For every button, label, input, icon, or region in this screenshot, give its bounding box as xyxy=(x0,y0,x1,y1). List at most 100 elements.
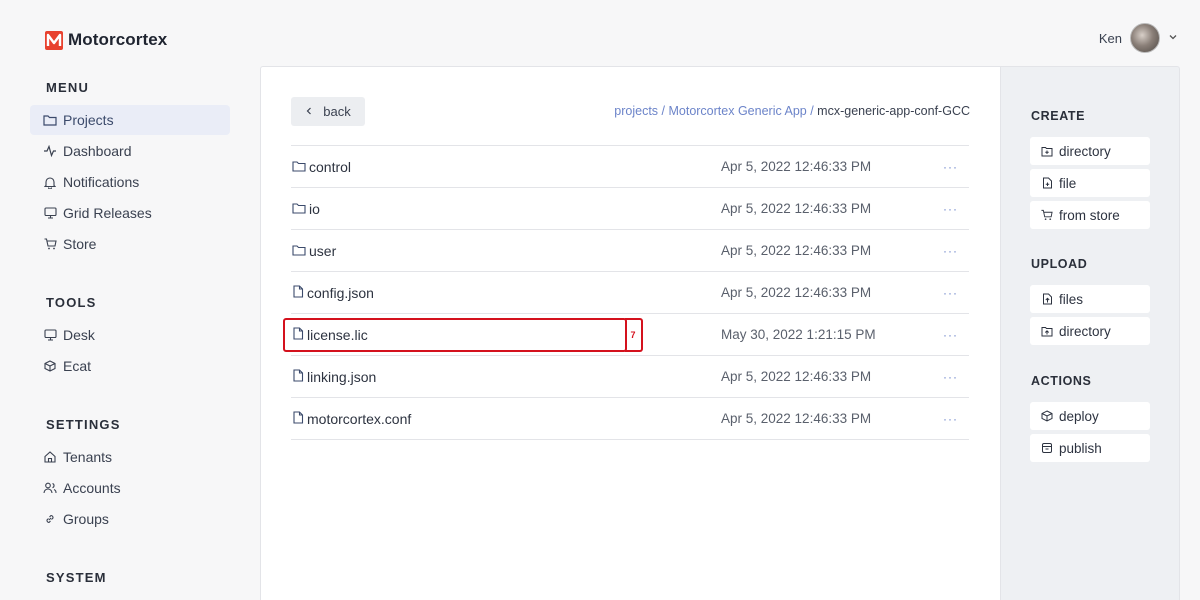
button-label: file xyxy=(1059,175,1077,191)
brand-logo[interactable]: Motorcortex xyxy=(45,30,167,50)
table-row[interactable]: config.json Apr 5, 2022 12:46:33 PM ··· xyxy=(291,272,969,314)
create-section-title: CREATE xyxy=(1031,109,1086,123)
file-upload-icon xyxy=(1041,293,1053,305)
sidebar-item-desk[interactable]: Desk xyxy=(30,320,230,350)
file-name-cell[interactable]: user xyxy=(292,243,336,259)
button-label: directory xyxy=(1059,323,1111,339)
create-from-store-button[interactable]: from store xyxy=(1030,201,1150,229)
cart-icon xyxy=(1041,209,1053,221)
folder-icon xyxy=(292,159,306,175)
sidebar-item-label: Dashboard xyxy=(63,143,132,159)
sidebar-item-label: Groups xyxy=(63,511,109,527)
sidebar-item-accounts[interactable]: Accounts xyxy=(30,473,230,503)
file-date: Apr 5, 2022 12:46:33 PM xyxy=(721,285,872,300)
bell-icon xyxy=(43,175,57,189)
activity-icon xyxy=(43,144,57,158)
file-name-cell[interactable]: control xyxy=(292,159,351,175)
chevron-left-icon xyxy=(305,104,313,119)
sidebar-item-notifications[interactable]: Notifications xyxy=(30,167,230,197)
link-icon xyxy=(43,512,57,526)
sidebar-item-ecat[interactable]: Ecat xyxy=(30,351,230,381)
button-label: directory xyxy=(1059,143,1111,159)
breadcrumb-app[interactable]: Motorcortex Generic App xyxy=(668,104,806,118)
sidebar-item-dashboard[interactable]: Dashboard xyxy=(30,136,230,166)
archive-icon xyxy=(1041,442,1053,454)
sidebar: MENU Projects Dashboard Notifications Gr… xyxy=(30,80,230,600)
file-date: Apr 5, 2022 12:46:33 PM xyxy=(721,201,872,216)
table-row[interactable]: io Apr 5, 2022 12:46:33 PM ··· xyxy=(291,188,969,230)
file-name-cell[interactable]: linking.json xyxy=(292,369,376,385)
sidebar-item-projects[interactable]: Projects xyxy=(30,105,230,135)
sidebar-item-label: Grid Releases xyxy=(63,205,152,221)
file-date: Apr 5, 2022 12:46:33 PM xyxy=(721,411,872,426)
file-name-cell[interactable]: io xyxy=(292,201,320,217)
sidebar-item-tenants[interactable]: Tenants xyxy=(30,442,230,472)
back-label: back xyxy=(323,104,351,119)
sidebar-item-label: Store xyxy=(63,236,97,252)
file-name: linking.json xyxy=(307,368,377,385)
user-name: Ken xyxy=(1098,30,1122,46)
file-date: Apr 5, 2022 12:46:33 PM xyxy=(721,159,872,174)
breadcrumb-separator: / xyxy=(658,104,669,118)
file-list: control Apr 5, 2022 12:46:33 PM ··· io A… xyxy=(283,145,969,440)
breadcrumb-projects[interactable]: projects xyxy=(614,104,658,118)
file-plus-icon xyxy=(1041,177,1053,189)
deploy-button[interactable]: deploy xyxy=(1030,402,1150,430)
table-row[interactable]: user Apr 5, 2022 12:46:33 PM ··· xyxy=(291,230,969,272)
cube-icon xyxy=(43,359,57,373)
upload-directory-button[interactable]: directory xyxy=(1030,317,1150,345)
motorcortex-logo-icon xyxy=(45,30,63,50)
folder-plus-icon xyxy=(1041,145,1053,157)
sidebar-item-label: Accounts xyxy=(63,480,121,496)
sidebar-item-grid-releases[interactable]: Grid Releases xyxy=(30,198,230,228)
settings-group: SETTINGS Tenants Accounts Groups xyxy=(30,417,230,534)
table-row[interactable]: control Apr 5, 2022 12:46:33 PM ··· xyxy=(291,146,969,188)
brand-name: Motorcortex xyxy=(68,30,168,49)
more-options-icon[interactable]: ··· xyxy=(943,370,958,384)
settings-section-title: SETTINGS xyxy=(46,417,121,432)
file-date: May 30, 2022 1:21:15 PM xyxy=(721,327,876,342)
button-label: deploy xyxy=(1059,408,1099,424)
more-options-icon[interactable]: ··· xyxy=(943,412,958,426)
more-options-icon[interactable]: ··· xyxy=(943,286,958,300)
button-label: files xyxy=(1059,291,1084,307)
file-name: control xyxy=(309,158,352,175)
more-options-icon[interactable]: ··· xyxy=(943,244,958,258)
table-row[interactable]: linking.json Apr 5, 2022 12:46:33 PM ··· xyxy=(291,356,969,398)
avatar[interactable] xyxy=(1130,23,1160,53)
actions-panel: CREATE directory file from store UPLOAD … xyxy=(1000,66,1180,600)
sidebar-item-store[interactable]: Store xyxy=(30,229,230,259)
chevron-down-icon[interactable] xyxy=(1168,32,1178,45)
user-menu[interactable]: Ken xyxy=(1099,23,1178,53)
create-directory-button[interactable]: directory xyxy=(1030,137,1150,165)
publish-button[interactable]: publish xyxy=(1030,434,1150,462)
table-row[interactable]: 7 license.lic May 30, 2022 1:21:15 PM ··… xyxy=(283,314,969,356)
file-name-cell[interactable]: config.json xyxy=(292,285,374,301)
file-name: config.json xyxy=(307,284,374,301)
create-file-button[interactable]: file xyxy=(1030,169,1150,197)
tools-section-title: TOOLS xyxy=(46,295,97,310)
upload-files-button[interactable]: files xyxy=(1030,285,1150,313)
breadcrumb-separator: / xyxy=(806,104,818,118)
monitor-icon xyxy=(43,328,57,342)
breadcrumb: projects / Motorcortex Generic App / mcx… xyxy=(614,104,970,118)
system-section-title: SYSTEM xyxy=(46,570,107,585)
file-date: Apr 5, 2022 12:46:33 PM xyxy=(721,243,872,258)
more-options-icon[interactable]: ··· xyxy=(943,328,958,342)
folder-icon xyxy=(43,113,57,127)
folder-icon xyxy=(292,243,306,259)
button-label: from store xyxy=(1059,207,1120,223)
more-options-icon[interactable]: ··· xyxy=(943,202,958,216)
file-name-cell[interactable]: motorcortex.conf xyxy=(292,411,411,427)
file-icon xyxy=(292,368,304,385)
sidebar-item-groups[interactable]: Groups xyxy=(30,504,230,534)
menu-group: MENU Projects Dashboard Notifications Gr… xyxy=(30,80,230,259)
folder-icon xyxy=(292,201,306,217)
file-date: Apr 5, 2022 12:46:33 PM xyxy=(721,369,872,384)
more-options-icon[interactable]: ··· xyxy=(943,160,958,174)
file-icon xyxy=(292,284,304,301)
sidebar-item-label: Projects xyxy=(63,112,114,128)
back-button[interactable]: back xyxy=(291,97,365,126)
table-row[interactable]: motorcortex.conf Apr 5, 2022 12:46:33 PM… xyxy=(291,398,969,440)
breadcrumb-current: mcx-generic-app-conf-GCC xyxy=(817,104,970,118)
